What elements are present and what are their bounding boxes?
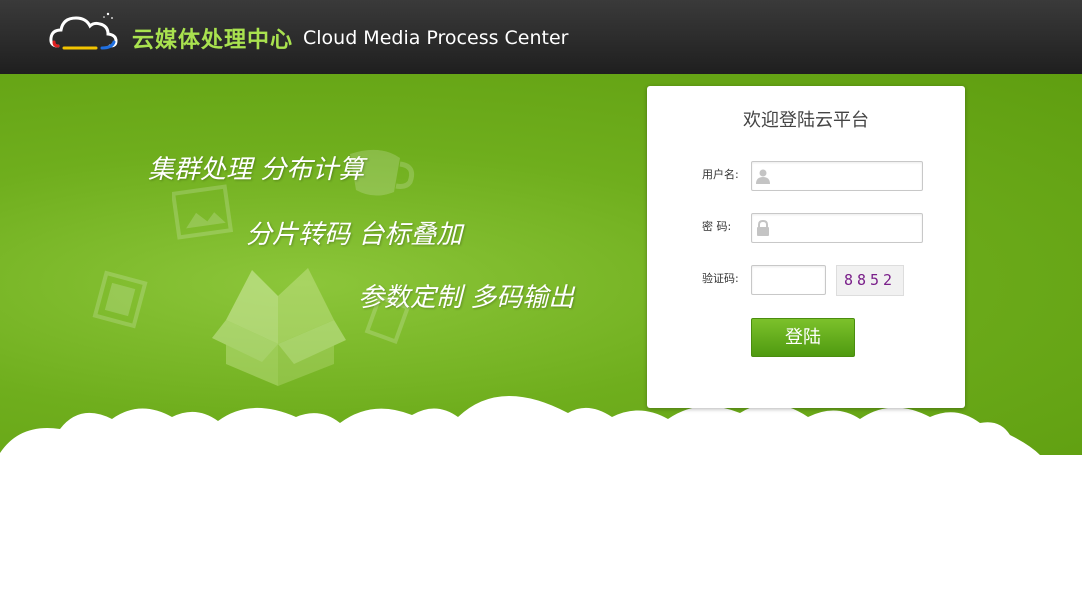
password-label: 密 码: xyxy=(702,220,732,233)
slogan-line-3: 参数定制 多码输出 xyxy=(358,283,575,313)
header-bar: 云媒体处理中心 Cloud Media Process Center xyxy=(0,0,1082,74)
film-icon xyxy=(92,270,148,329)
password-input[interactable] xyxy=(751,213,923,243)
image-icon xyxy=(172,184,234,240)
lock-icon xyxy=(757,220,769,236)
cloud-logo-icon xyxy=(49,12,118,50)
app-title-cn: 云媒体处理中心 xyxy=(132,28,294,53)
captcha-image[interactable]: 8852 xyxy=(836,265,904,296)
login-panel: 欢迎登陆云平台 用户名: 密 码: 验证码: 8852 登陆 xyxy=(647,86,965,408)
slogan-line-1: 集群处理 分布计算 xyxy=(148,155,365,185)
username-label: 用户名: xyxy=(702,168,739,181)
login-title: 欢迎登陆云平台 xyxy=(743,110,869,131)
app-title-en: Cloud Media Process Center xyxy=(303,27,569,49)
login-button[interactable]: 登陆 xyxy=(751,318,855,357)
username-input[interactable] xyxy=(751,161,923,191)
user-icon xyxy=(756,169,770,184)
captcha-label: 验证码: xyxy=(702,272,739,285)
box-icon xyxy=(212,268,346,386)
slogan-line-2: 分片转码 台标叠加 xyxy=(246,220,463,250)
captcha-input[interactable] xyxy=(751,265,826,295)
